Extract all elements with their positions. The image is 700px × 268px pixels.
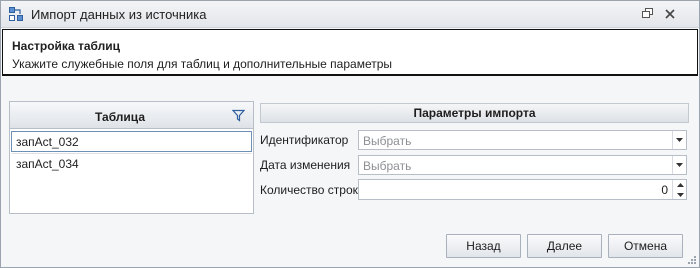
column-header-label: Таблица bbox=[94, 110, 145, 124]
row-count-label: Количество строк bbox=[260, 183, 358, 197]
dropdown-button[interactable] bbox=[672, 156, 686, 174]
decrement-button[interactable] bbox=[673, 190, 687, 199]
table-row[interactable]: запAct_032 bbox=[11, 131, 252, 152]
resize-grip-icon[interactable] bbox=[686, 254, 696, 264]
modified-date-select[interactable]: Выбрать bbox=[358, 155, 687, 175]
chevron-down-icon bbox=[676, 163, 683, 167]
column-header-table[interactable]: Таблица bbox=[10, 102, 253, 129]
close-button[interactable] bbox=[661, 5, 679, 22]
chevron-down-icon bbox=[676, 138, 683, 142]
row-count-stepper[interactable]: 0 bbox=[358, 179, 687, 200]
window-title: Импорт данных из источника bbox=[31, 7, 207, 22]
import-icon bbox=[9, 7, 23, 21]
step-header: Настройка таблиц Укажите служебные поля … bbox=[2, 29, 698, 76]
next-button[interactable]: Далее bbox=[527, 234, 602, 258]
import-params-header: Параметры импорта bbox=[260, 103, 689, 123]
dropdown-button[interactable] bbox=[672, 131, 686, 149]
row-count-value: 0 bbox=[661, 183, 668, 197]
back-button[interactable]: Назад bbox=[446, 234, 521, 258]
identifier-select[interactable]: Выбрать bbox=[358, 130, 687, 150]
step-title: Настройка таблиц bbox=[12, 39, 120, 53]
identifier-value: Выбрать bbox=[363, 134, 412, 148]
stepper-buttons bbox=[672, 180, 686, 199]
title-bar[interactable]: Импорт данных из источника bbox=[1, 1, 699, 28]
modified-date-label: Дата изменения bbox=[260, 158, 351, 172]
chevron-up-icon bbox=[676, 182, 684, 187]
step-description: Укажите служебные поля для таблиц и допо… bbox=[12, 57, 393, 71]
close-icon bbox=[665, 8, 675, 19]
tables-grid: Таблица запAct_032 запAct_034 bbox=[9, 101, 254, 214]
modified-date-value: Выбрать bbox=[363, 159, 412, 173]
identifier-label: Идентификатор bbox=[260, 133, 349, 147]
restore-icon bbox=[642, 8, 653, 18]
increment-button[interactable] bbox=[673, 180, 687, 189]
import-dialog: Импорт данных из источника Настройка таб… bbox=[0, 0, 700, 268]
table-row[interactable]: запAct_034 bbox=[11, 153, 252, 174]
chevron-down-icon bbox=[676, 192, 684, 197]
cancel-button[interactable]: Отмена bbox=[608, 234, 683, 258]
restore-button[interactable] bbox=[639, 5, 657, 22]
filter-icon[interactable] bbox=[232, 109, 245, 122]
